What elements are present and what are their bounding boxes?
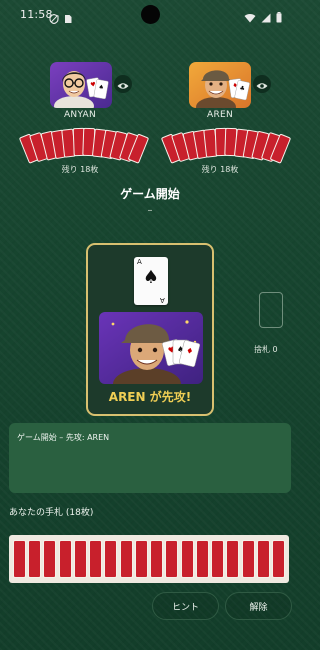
wifi-icon bbox=[244, 8, 256, 27]
top-card-rank: A bbox=[137, 258, 142, 266]
game-log: ゲーム開始 – 先攻: AREN bbox=[9, 423, 291, 493]
hand-card[interactable] bbox=[180, 540, 194, 578]
hand-card[interactable] bbox=[134, 540, 148, 578]
release-button[interactable]: 解除 bbox=[225, 592, 292, 620]
opponent-hand-anyan bbox=[18, 128, 150, 164]
opponent-remaining-aren: 残り 18枚 bbox=[201, 165, 239, 174]
game-status-subtitle: – bbox=[147, 205, 153, 216]
hand-card[interactable] bbox=[150, 540, 164, 578]
player-hand bbox=[9, 535, 289, 583]
hand-card[interactable] bbox=[13, 540, 26, 578]
status-indicators bbox=[244, 8, 282, 27]
hand-card[interactable] bbox=[89, 540, 103, 578]
hand-card[interactable] bbox=[211, 540, 225, 578]
eye-icon bbox=[117, 75, 129, 94]
avatar-aren: ♦ ♣ bbox=[189, 62, 251, 108]
opponent-name-aren: AREN bbox=[206, 110, 234, 120]
signal-icon bbox=[261, 8, 271, 27]
center-play-panel: A ♠ A ♥ ♠ ♦ AREN が先攻! bbox=[86, 243, 214, 416]
status-time: 11:58 bbox=[20, 8, 53, 21]
discard-count-label: 捨札 0 bbox=[254, 345, 278, 354]
hand-card[interactable] bbox=[226, 540, 240, 578]
hand-label: あなたの手札 (18枚) bbox=[9, 508, 94, 518]
opponent-hand-aren bbox=[160, 128, 292, 164]
hand-card[interactable] bbox=[195, 540, 209, 578]
hand-card[interactable] bbox=[241, 540, 255, 578]
hand-card[interactable] bbox=[28, 540, 42, 578]
camera-cutout bbox=[141, 5, 160, 24]
hand-card[interactable] bbox=[104, 540, 118, 578]
reveal-hand-button-aren[interactable] bbox=[253, 75, 271, 93]
status-bar: 11:58 bbox=[0, 0, 300, 30]
current-player-avatar: ♥ ♠ ♦ bbox=[99, 312, 203, 384]
reveal-hand-button-anyan[interactable] bbox=[114, 75, 132, 93]
top-card: A ♠ A bbox=[134, 257, 168, 305]
game-status-title: ゲーム開始 bbox=[120, 187, 180, 201]
hand-card[interactable] bbox=[73, 540, 87, 578]
first-move-message: AREN が先攻! bbox=[108, 390, 192, 404]
hand-card[interactable] bbox=[43, 540, 57, 578]
hand-card[interactable] bbox=[165, 540, 179, 578]
hand-card[interactable] bbox=[58, 540, 72, 578]
avatar-anyan: ♥ ♠ bbox=[50, 62, 112, 108]
log-entry: ゲーム開始 – 先攻: AREN bbox=[17, 433, 110, 442]
eye-icon bbox=[256, 75, 268, 94]
hint-button[interactable]: ヒント bbox=[152, 592, 219, 620]
discard-pile[interactable] bbox=[259, 292, 283, 328]
top-card-rank-bottom: A bbox=[160, 296, 165, 304]
hand-card[interactable] bbox=[256, 540, 270, 578]
spade-icon: ♠ bbox=[142, 267, 160, 288]
hand-card[interactable] bbox=[272, 540, 285, 578]
shield-icon bbox=[49, 9, 59, 25]
hand-card[interactable] bbox=[119, 540, 133, 578]
battery-icon bbox=[276, 8, 282, 27]
sim-card-icon bbox=[63, 9, 73, 23]
opponent-name-anyan: ANYAN bbox=[63, 110, 97, 120]
opponent-remaining-anyan: 残り 18枚 bbox=[61, 165, 99, 174]
